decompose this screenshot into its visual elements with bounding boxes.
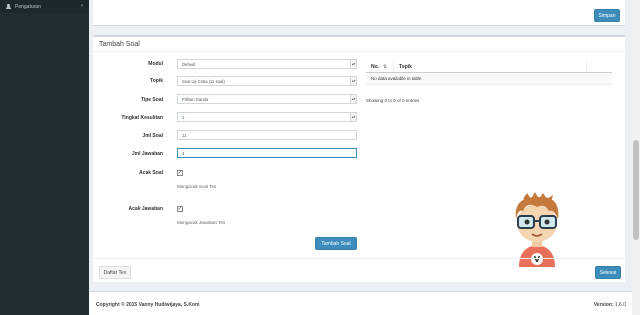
column-header-empty (587, 61, 612, 72)
sort-icon: ⇅ (383, 63, 387, 69)
scrollbar-thumb[interactable] (633, 140, 639, 240)
topik-select[interactable]: Soal Uji Coba (11 soal) ▴▾ (177, 76, 357, 86)
modul-value: Default (182, 61, 196, 67)
acak-jawaban-checkbox[interactable]: ✓ (177, 206, 183, 212)
daftar-tes-button[interactable]: Daftar Tes (99, 266, 131, 279)
column-header-no[interactable]: No. ⇅ (366, 61, 394, 72)
table-info: Showing 0 to 0 of 0 entries (366, 98, 420, 103)
svg-text:V: V (534, 255, 541, 264)
add-question-box: Tambah Soal Modul Default ▴▾ Topik Soal … (93, 35, 625, 282)
check-icon: ✓ (177, 169, 183, 176)
tingkat-kesulitan-label: Tingkat Kesulitan (121, 115, 163, 121)
version-info: Version: 1.6.0 (594, 302, 626, 308)
modul-label: Modul (148, 61, 163, 67)
content-wrapper: Simpan Tambah Soal Modul Default ▴▾ Topi… (89, 0, 640, 315)
scrollbar[interactable] (632, 0, 640, 315)
acak-jawaban-label: Acak Jawaban (128, 206, 163, 212)
column-header-topik[interactable]: Topik (394, 61, 587, 72)
sidebar: Pengaturan ‹ (0, 0, 89, 315)
tipe-soal-value: Pilihan Ganda (182, 96, 209, 102)
jml-jawaban-input[interactable]: 4 (177, 148, 357, 158)
jml-jawaban-label: Jml Jawaban (131, 151, 163, 157)
sidebar-item-pengaturan[interactable]: Pengaturan ‹ (0, 0, 89, 13)
top-box: Simpan (93, 0, 625, 26)
modul-select[interactable]: Default ▴▾ (177, 59, 357, 69)
chevron-left-icon: ‹ (81, 3, 83, 9)
save-button[interactable]: Simpan (594, 9, 620, 22)
tambah-soal-button[interactable]: Tambah Soal (315, 237, 357, 250)
table-header: No. ⇅ Topik (366, 61, 612, 73)
acak-jawaban-help: Mengacak Jawaban Tes (177, 220, 226, 225)
select-arrow-icon: ▴▾ (350, 60, 356, 68)
check-icon: ✓ (177, 205, 183, 212)
select-arrow-icon: ▴▾ (350, 77, 356, 85)
topik-value: Soal Uji Coba (11 soal) (182, 78, 225, 84)
version-label: Version: (593, 302, 614, 308)
tipe-soal-select[interactable]: Pilihan Ganda ▴▾ (177, 94, 357, 104)
divider (93, 258, 625, 259)
jml-soal-input[interactable]: 11 (177, 130, 357, 140)
acak-soal-checkbox[interactable]: ✓ (177, 170, 183, 176)
acak-soal-help: Mengacak Soal Tes (177, 184, 217, 189)
topic-table: No. ⇅ Topik No data available in table (366, 61, 612, 85)
select-arrow-icon: ▴▾ (350, 95, 356, 103)
selesai-button[interactable]: Selesai (595, 266, 621, 279)
divider (93, 51, 625, 52)
tipe-soal-label: Tipe Soal (140, 97, 163, 103)
copyright-text: Copyright © 2015 Vanny Hudiwijaya, S.Kom (96, 302, 200, 308)
select-arrow-icon: ▴▾ (350, 113, 356, 121)
box-title: Tambah Soal (99, 41, 140, 48)
tingkat-kesulitan-value: 1 (182, 114, 185, 120)
user-icon (6, 4, 11, 9)
acak-soal-label: Acak Soal (139, 170, 163, 176)
sidebar-item-label: Pengaturan (15, 3, 41, 10)
page-footer: Copyright © 2015 Vanny Hudiwijaya, S.Kom… (89, 291, 634, 315)
topik-label: Topik (150, 78, 163, 84)
tingkat-kesulitan-select[interactable]: 1 ▴▾ (177, 112, 357, 122)
jml-soal-label: Jml Soal (142, 133, 163, 139)
table-empty-row: No data available in table (366, 73, 612, 85)
version-value: 1.6.0 (614, 302, 626, 308)
